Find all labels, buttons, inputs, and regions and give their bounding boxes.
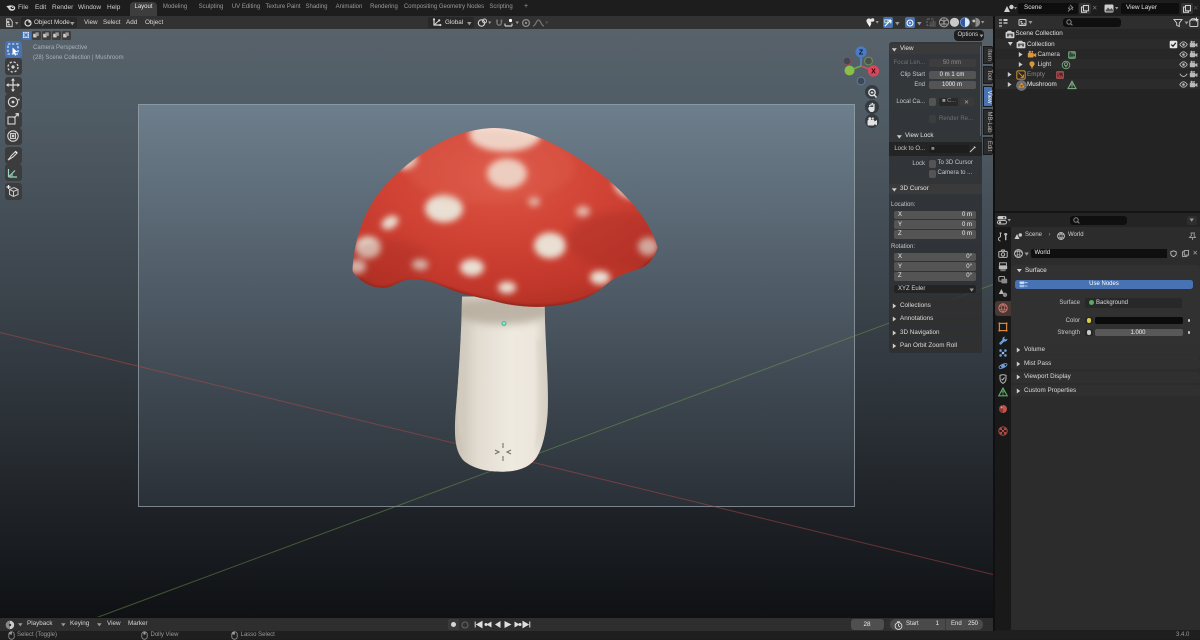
svg-text:X: X (871, 69, 876, 76)
svg-text:Z: Z (859, 50, 864, 57)
